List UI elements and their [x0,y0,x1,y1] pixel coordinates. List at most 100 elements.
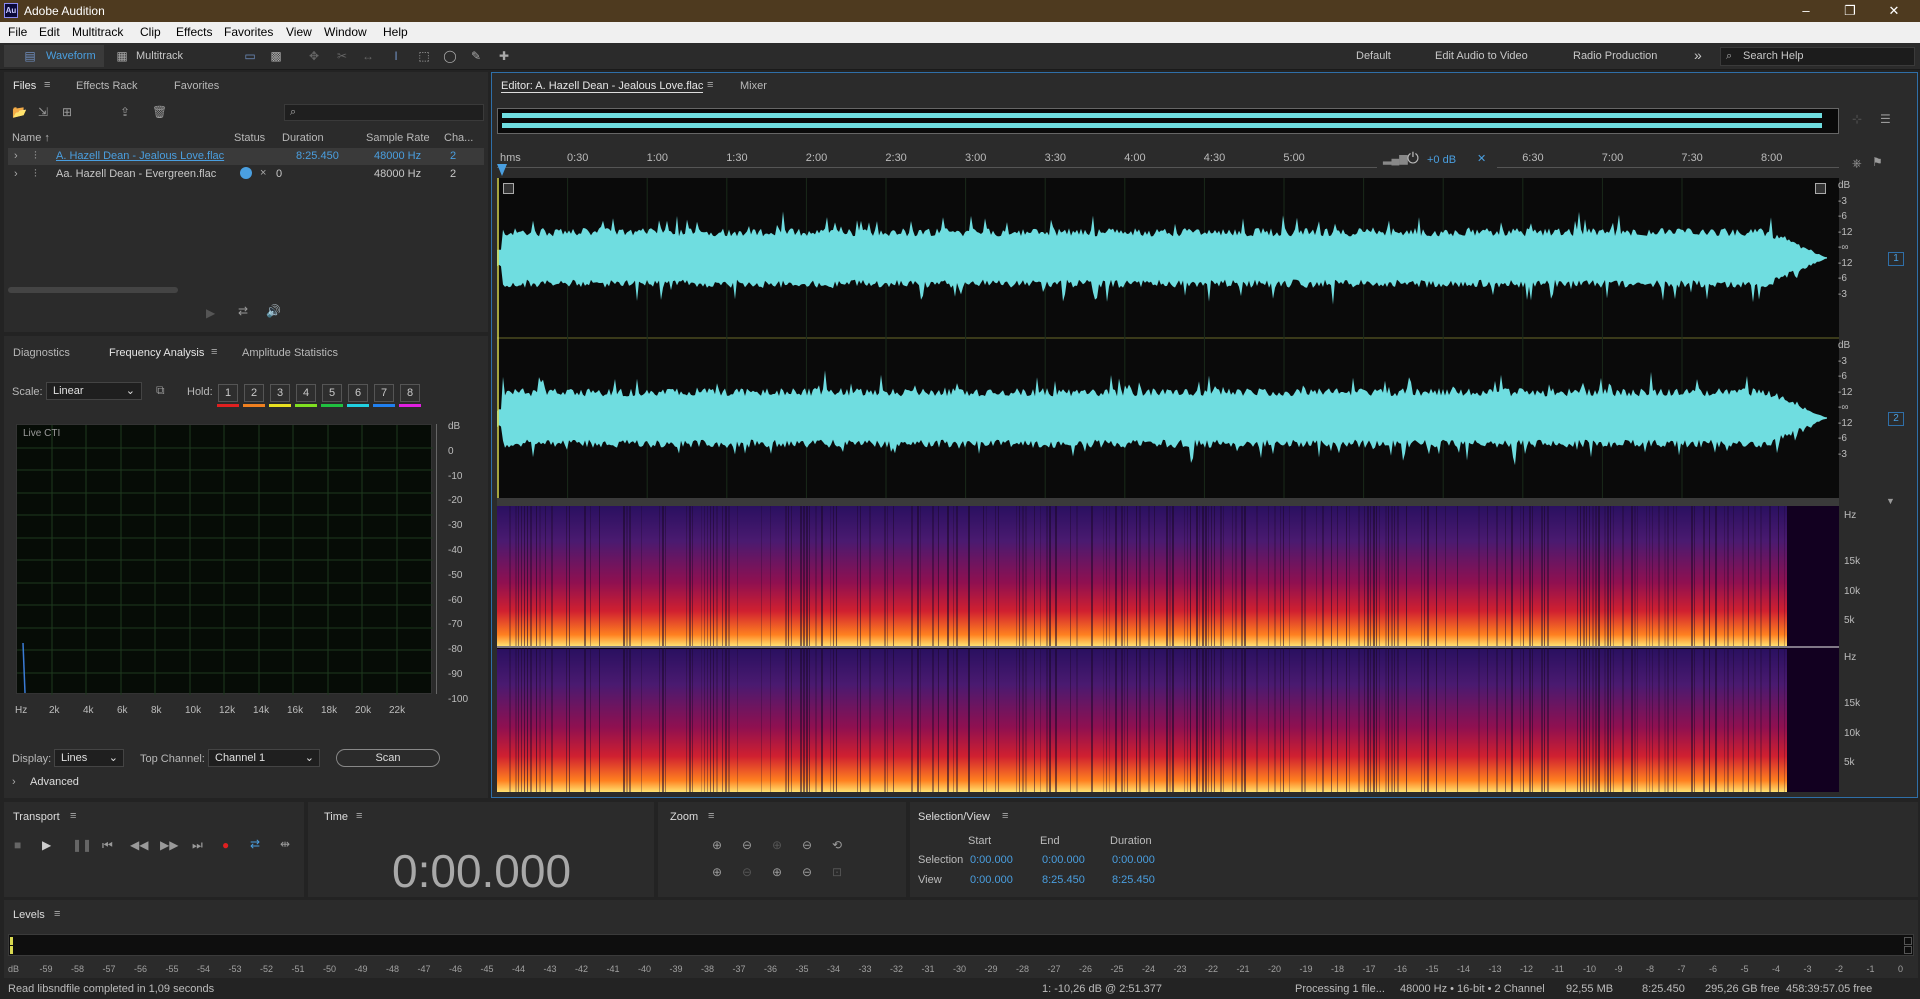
tab-favorites[interactable]: Favorites [174,80,219,92]
display-select[interactable]: Lines ⌄ [54,749,124,767]
menu-effects[interactable]: Effects [176,25,212,39]
previous-icon[interactable]: ⏮ [102,838,113,853]
search-help-input[interactable]: ⌕ Search Help [1720,47,1915,66]
brush-tool-icon[interactable]: ✎ [468,49,484,63]
tab-editor[interactable]: Editor: A. Hazell Dean - Jealous Love.fl… [501,80,704,93]
expand-corner-icon[interactable] [1815,183,1826,194]
column-duration[interactable]: Duration [282,132,324,144]
channel-2-toggle[interactable]: 2 [1888,412,1904,426]
skip-icon[interactable]: ⇹ [280,837,290,851]
advanced-expand-icon[interactable]: › [12,776,16,788]
workspace-radio-production[interactable]: Radio Production [1573,50,1657,62]
play-icon[interactable]: ▶ [42,838,51,852]
file-row[interactable]: › ⫶ A. Hazell Dean - Jealous Love.flac 8… [8,148,484,165]
selection-compare-icon[interactable]: ⧉ [156,383,165,398]
workspace-default[interactable]: Default [1356,50,1391,62]
zoom-to-start-icon[interactable]: ⊕ [772,865,782,879]
panel-options-icon[interactable]: ☰ [1880,112,1891,126]
view-duration[interactable]: 8:25.450 [1112,874,1155,886]
zoom-in-time-icon[interactable]: ⊕ [772,838,782,852]
expand-icon[interactable]: › [14,168,18,180]
tab-amplitude-statistics[interactable]: Amplitude Statistics [242,347,338,359]
zoom-out-time-icon[interactable]: ⊖ [802,838,812,852]
expand-corner-icon[interactable] [503,183,514,194]
gain-hud[interactable]: ▂▄▆ ⏻ +0 dB ✕ [1377,150,1497,172]
menu-view[interactable]: View [286,25,312,39]
marker-pin-icon[interactable]: ⚑ [1872,155,1883,169]
tab-effects-rack[interactable]: Effects Rack [76,80,138,92]
view-start[interactable]: 0:00.000 [970,874,1013,886]
levels-menu-icon[interactable]: ≡ [54,908,60,920]
zoom-in-selection-icon[interactable]: ⊕ [712,865,722,879]
zoom-to-end-icon[interactable]: ⊖ [802,865,812,879]
close-file-icon[interactable]: 🗑 [152,105,167,119]
record-icon[interactable]: ● [222,838,229,852]
overview-navigator[interactable] [497,108,1839,134]
autoplay-icon[interactable]: 🔊 [266,304,281,318]
zoom-out-amplitude-icon[interactable]: ⊖ [742,838,752,852]
horizontal-scrollbar[interactable] [8,287,178,293]
editor-menu-icon[interactable]: ≡ [707,79,713,91]
transport-menu-icon[interactable]: ≡ [70,810,76,822]
time-ruler[interactable]: hms 0:30 1:00 1:30 2:00 2:30 3:00 3:30 4:00 4:30… [497,150,1839,178]
files-menu-icon[interactable]: ≡ [44,79,50,91]
hold-button-1[interactable]: 1 [218,384,238,402]
healing-tool-icon[interactable]: ✚ [496,49,512,63]
files-search-input[interactable]: ⌕ [284,104,484,121]
column-name[interactable]: Name ↑ [12,132,50,144]
tab-frequency-analysis[interactable]: Frequency Analysis [109,347,205,361]
lasso-tool-icon[interactable]: ◯ [442,49,458,63]
zoom-in-amplitude-icon[interactable]: ⊕ [712,838,722,852]
top-channel-select[interactable]: Channel 1 ⌄ [208,749,320,767]
new-file-icon[interactable]: ⊞ [62,105,72,119]
tab-diagnostics[interactable]: Diagnostics [13,347,70,359]
hold-button-3[interactable]: 3 [270,384,290,402]
tab-files[interactable]: Files [13,80,37,94]
multitrack-view-button[interactable]: ▦ Multitrack [110,45,200,67]
menu-window[interactable]: Window [324,25,367,39]
move-tool-icon[interactable]: ✥ [306,49,322,63]
hold-button-8[interactable]: 8 [400,384,420,402]
column-channels[interactable]: Cha... [444,132,473,144]
menu-help[interactable]: Help [383,25,408,39]
selection-start[interactable]: 0:00.000 [970,854,1013,866]
spectral-display[interactable] [497,506,1839,792]
spectral-divider[interactable] [497,498,1839,506]
more-workspaces-icon[interactable]: » [1694,47,1702,63]
scan-button[interactable]: Scan [336,749,440,767]
insert-into-multitrack-icon[interactable]: ⇪ [120,105,130,119]
fast-forward-icon[interactable]: ▶▶ [160,838,178,852]
slip-tool-icon[interactable]: ↔ [360,49,376,63]
selection-view-menu-icon[interactable]: ≡ [1002,810,1008,822]
advanced-toggle[interactable]: Advanced [30,776,79,788]
workspace-edit-audio-to-video[interactable]: Edit Audio to Video [1435,50,1528,62]
selection-end[interactable]: 0:00.000 [1042,854,1085,866]
time-selection-tool-icon[interactable]: I [388,49,404,63]
pause-icon[interactable]: ❚❚ [72,838,92,852]
hold-button-5[interactable]: 5 [322,384,342,402]
cancel-processing-icon[interactable]: × [260,167,266,179]
chevron-down-icon[interactable]: ▼ [1886,496,1895,506]
rewind-icon[interactable]: ◀◀ [130,838,148,852]
scale-select[interactable]: Linear ⌄ [46,382,142,400]
zoom-full-icon[interactable]: ⊡ [832,865,842,879]
loop-icon[interactable]: ⇄ [250,837,260,851]
waveform-view-button[interactable]: ▤ Waveform [4,45,104,67]
zoom-reset-icon[interactable]: ⟲ [832,838,842,852]
zoom-out-selection-icon[interactable]: ⊖ [742,865,752,879]
menu-favorites[interactable]: Favorites [224,25,273,39]
menu-clip[interactable]: Clip [140,25,161,39]
waveform-display-icon[interactable]: ▭ [242,49,258,63]
hold-button-4[interactable]: 4 [296,384,316,402]
time-menu-icon[interactable]: ≡ [356,810,362,822]
file-row[interactable]: › ⫶ Aa. Hazell Dean - Evergreen.flac × 0… [8,166,484,183]
zoom-fit-icon[interactable]: ⊹ [1852,112,1862,126]
selection-duration[interactable]: 0:00.000 [1112,854,1155,866]
hold-button-6[interactable]: 6 [348,384,368,402]
gain-knob-icon[interactable]: ⏻ [1407,150,1419,167]
marquee-tool-icon[interactable]: ⬚ [416,49,432,63]
play-preview-icon[interactable]: ▶ [206,306,215,320]
spectral-display-icon[interactable]: ▩ [268,49,284,63]
pin-icon[interactable]: ✕ [1477,152,1486,165]
menu-edit[interactable]: Edit [39,25,60,39]
